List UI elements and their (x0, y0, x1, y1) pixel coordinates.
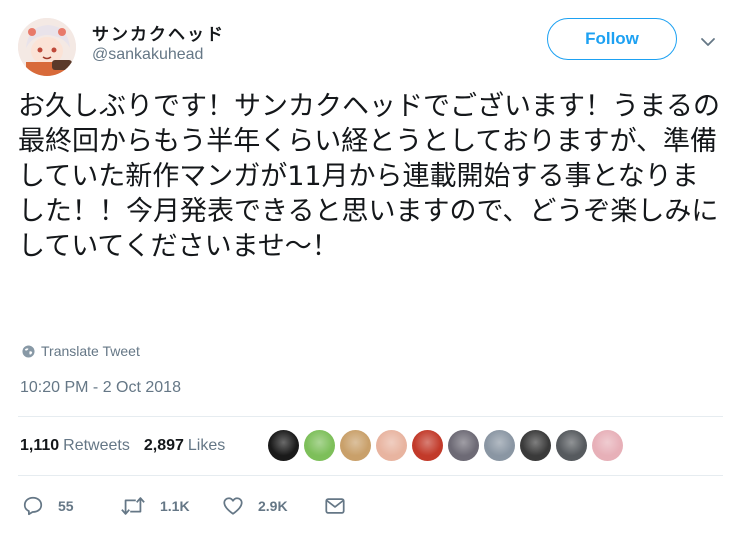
liker-avatar-1[interactable] (268, 430, 299, 461)
liker-avatar-8[interactable] (520, 430, 551, 461)
translate-tweet-link[interactable]: Translate Tweet (22, 342, 140, 360)
author-handle[interactable]: @sankakuhead (92, 46, 203, 64)
reply-count: 55 (58, 498, 74, 514)
liker-avatar-2[interactable] (304, 430, 335, 461)
likes-label: Likes (187, 437, 226, 454)
retweets-stat[interactable]: 1,110 Retweets (20, 437, 130, 455)
liker-avatar-5[interactable] (412, 430, 443, 461)
retweet-icon (121, 497, 145, 515)
message-button[interactable] (324, 494, 346, 518)
follow-button[interactable]: Follow (547, 18, 677, 60)
tweet-stats: 1,110 Retweets 2,897 Likes (20, 434, 225, 458)
divider (18, 416, 723, 417)
author-display-name[interactable]: サンカクヘッド (92, 20, 225, 45)
like-button[interactable]: 2.9K (222, 494, 288, 518)
liker-avatar-9[interactable] (556, 430, 587, 461)
liker-avatar-4[interactable] (376, 430, 407, 461)
heart-icon (223, 497, 243, 515)
retweets-count: 1,110 (20, 437, 60, 454)
retweets-label: Retweets (63, 437, 130, 454)
liker-avatar-7[interactable] (484, 430, 515, 461)
chevron-down-icon[interactable] (700, 34, 716, 50)
globe-icon (22, 344, 35, 358)
tweet-header: サンカクヘッド @sankakuhead Follow (18, 14, 723, 76)
likes-count: 2,897 (143, 437, 184, 454)
retweet-count: 1.1K (160, 498, 190, 514)
reply-button[interactable]: 55 (22, 494, 74, 518)
liker-avatar-6[interactable] (448, 430, 479, 461)
tweet-text: お久しぶりです！サンカクヘッドでございます！うまるの最終回からもう半年くらい経と… (18, 91, 720, 262)
retweet-button[interactable]: 1.1K (120, 494, 190, 518)
likes-stat[interactable]: 2,897 Likes (144, 437, 225, 455)
tweet-timestamp[interactable]: 10:20 PM - 2 Oct 2018 (20, 379, 181, 397)
like-count: 2.9K (258, 498, 288, 514)
translate-tweet-label: Translate Tweet (41, 343, 140, 359)
envelope-icon (325, 498, 345, 514)
author-avatar[interactable] (18, 18, 76, 76)
divider (18, 475, 723, 476)
liker-avatars (268, 430, 628, 462)
reply-icon (23, 496, 43, 516)
liker-avatar-10[interactable] (592, 430, 623, 461)
liker-avatar-3[interactable] (340, 430, 371, 461)
